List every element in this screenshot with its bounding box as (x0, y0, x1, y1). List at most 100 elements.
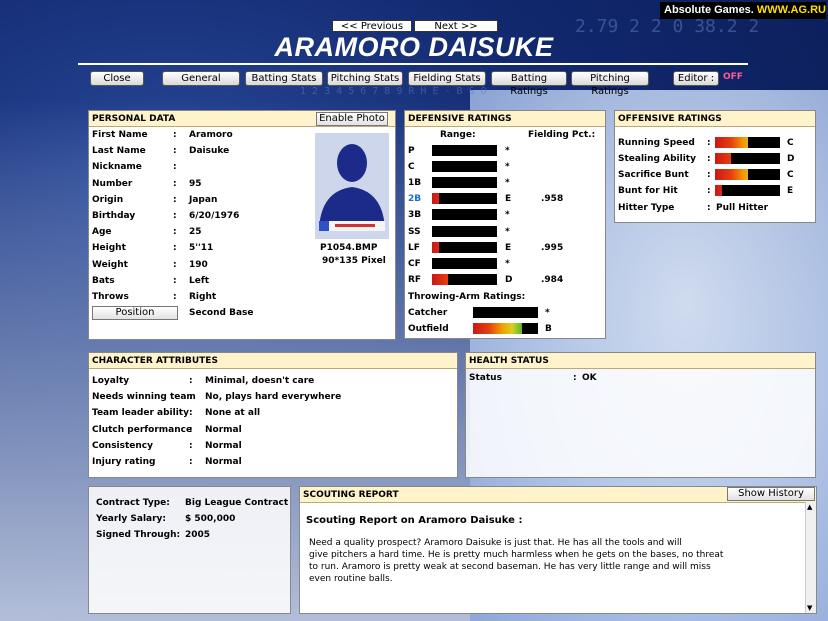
range-grade: * (505, 146, 510, 156)
character-attr-value: Normal (205, 424, 242, 435)
personal-field-colon: : (173, 178, 177, 189)
character-attr-colon: : (189, 440, 193, 451)
throwing-grade: B (545, 324, 552, 334)
position-label: 3B (408, 210, 422, 221)
range-bar (432, 273, 497, 285)
scroll-up-icon[interactable]: ▲ (807, 503, 812, 511)
range-bar (432, 257, 497, 269)
throwing-bar (473, 307, 538, 318)
offense-rating-label: Stealing Ability (618, 154, 696, 164)
throwing-position-label: Outfield (408, 324, 449, 334)
offense-rating-bar (715, 185, 780, 196)
personal-field-label: Age (92, 227, 112, 238)
personal-field-label: First Name (92, 130, 148, 140)
photo-filename: P1054.BMP (320, 243, 378, 253)
throwing-bar (473, 323, 538, 334)
character-attr-label: Consistency (92, 440, 154, 451)
scouting-report-line: Need a quality prospect? Aramoro Daisuke… (309, 538, 682, 548)
position-value: Second Base (189, 308, 254, 318)
offense-rating-label: Sacrifice Bunt (618, 170, 689, 180)
scouting-scrollbar[interactable]: ▲ ▼ (805, 502, 816, 613)
personal-field-colon: : (173, 194, 177, 205)
offense-rating-bar-fill (715, 153, 732, 164)
range-bar (432, 225, 497, 237)
position-button[interactable]: Position (92, 306, 178, 320)
offense-rating-grade: C (787, 170, 794, 180)
personal-field-value: 190 (189, 259, 208, 270)
tab-pitching-ratings[interactable]: Pitching Ratings (571, 71, 649, 97)
previous-button[interactable]: << Previous (332, 20, 412, 32)
personal-field-value: Japan (189, 194, 218, 205)
personal-field-colon: : (173, 259, 177, 270)
personal-field-label: Number (92, 178, 133, 189)
character-attr-value: None at all (205, 408, 261, 419)
range-bar (432, 145, 497, 156)
personal-field-value: 5''11 (189, 243, 214, 254)
throwing-title: Throwing-Arm Ratings: (408, 292, 526, 302)
show-history-button[interactable]: Show History (727, 487, 815, 501)
tab-batting-stats[interactable]: Batting Stats (245, 71, 323, 86)
health-status-value: OK (582, 373, 597, 383)
fielding-pct-header: Fielding Pct.: (528, 130, 596, 140)
personal-field-value: Left (189, 275, 210, 286)
range-bar (432, 193, 497, 205)
offense-rating-colon: : (707, 154, 711, 164)
editor-button[interactable]: Editor : (673, 71, 719, 86)
scroll-down-icon[interactable]: ▼ (807, 604, 812, 612)
personal-field-label: Bats (92, 275, 115, 286)
silhouette-icon (315, 133, 389, 239)
tab-general[interactable]: General (162, 71, 240, 86)
enable-photo-button[interactable]: Enable Photo (316, 112, 388, 126)
personal-field-colon: : (173, 211, 177, 221)
character-attr-label: Clutch performance (92, 424, 193, 435)
position-label: 2B (408, 194, 422, 205)
range-bar-fill (432, 273, 449, 285)
offense-rating-bar-fill (715, 185, 722, 196)
contract-value: Big League Contract (185, 498, 289, 508)
offense-rating-bar (715, 137, 780, 148)
position-label: SS (408, 226, 421, 237)
range-grade: E (505, 242, 512, 253)
range-bar-fill (432, 193, 439, 205)
personal-field-label: Origin (92, 194, 124, 205)
health-status-panel: HEALTH STATUS (465, 352, 816, 478)
background-scoreboard-row: 1 2 3 4 5 6 7 8 9 R H E - B S O (300, 86, 487, 97)
tab-batting-ratings[interactable]: Batting Ratings (491, 71, 567, 97)
editor-state: OFF (723, 72, 743, 82)
throwing-position-label: Catcher (408, 308, 448, 318)
badge-site: WWW.AG.RU (756, 4, 826, 16)
throwing-grade: * (545, 308, 550, 318)
range-bar (432, 209, 497, 221)
position-label: 1B (408, 178, 422, 189)
offense-rating-colon: : (707, 186, 711, 196)
tab-fielding-stats[interactable]: Fielding Stats (408, 71, 486, 86)
tab-close[interactable]: Close (90, 71, 144, 86)
contract-label: Signed Through: (96, 530, 181, 540)
character-attr-colon: : (189, 392, 193, 403)
range-header: Range: (440, 130, 476, 140)
position-label: RF (408, 274, 422, 285)
range-grade: * (505, 178, 510, 189)
offense-rating-grade: D (787, 154, 795, 164)
offense-rating-grade: C (787, 138, 794, 148)
character-attr-colon: : (189, 376, 193, 386)
next-button[interactable]: Next >> (414, 20, 498, 32)
health-status-colon: : (573, 373, 577, 383)
personal-field-colon: : (173, 275, 177, 286)
offense-rating-label: Bunt for Hit (618, 186, 678, 196)
range-bar-fill (432, 241, 439, 253)
personal-field-colon: : (173, 243, 177, 254)
tab-pitching-stats[interactable]: Pitching Stats (327, 71, 403, 86)
personal-field-label: Nickname (92, 162, 142, 173)
position-label: P (408, 146, 415, 156)
range-bar (432, 177, 497, 189)
player-photo (315, 133, 389, 239)
personal-field-colon: : (173, 146, 177, 157)
scouting-report-line: to run. Aramoro is pretty weak at second… (309, 562, 711, 572)
contract-label: Contract Type: (96, 498, 170, 508)
range-bar (432, 241, 497, 253)
fielding-pct: .984 (541, 274, 564, 285)
throwing-bar-fill (473, 323, 522, 334)
offense-rating-bar-fill (715, 137, 748, 148)
personal-field-value: Daisuke (189, 146, 230, 157)
